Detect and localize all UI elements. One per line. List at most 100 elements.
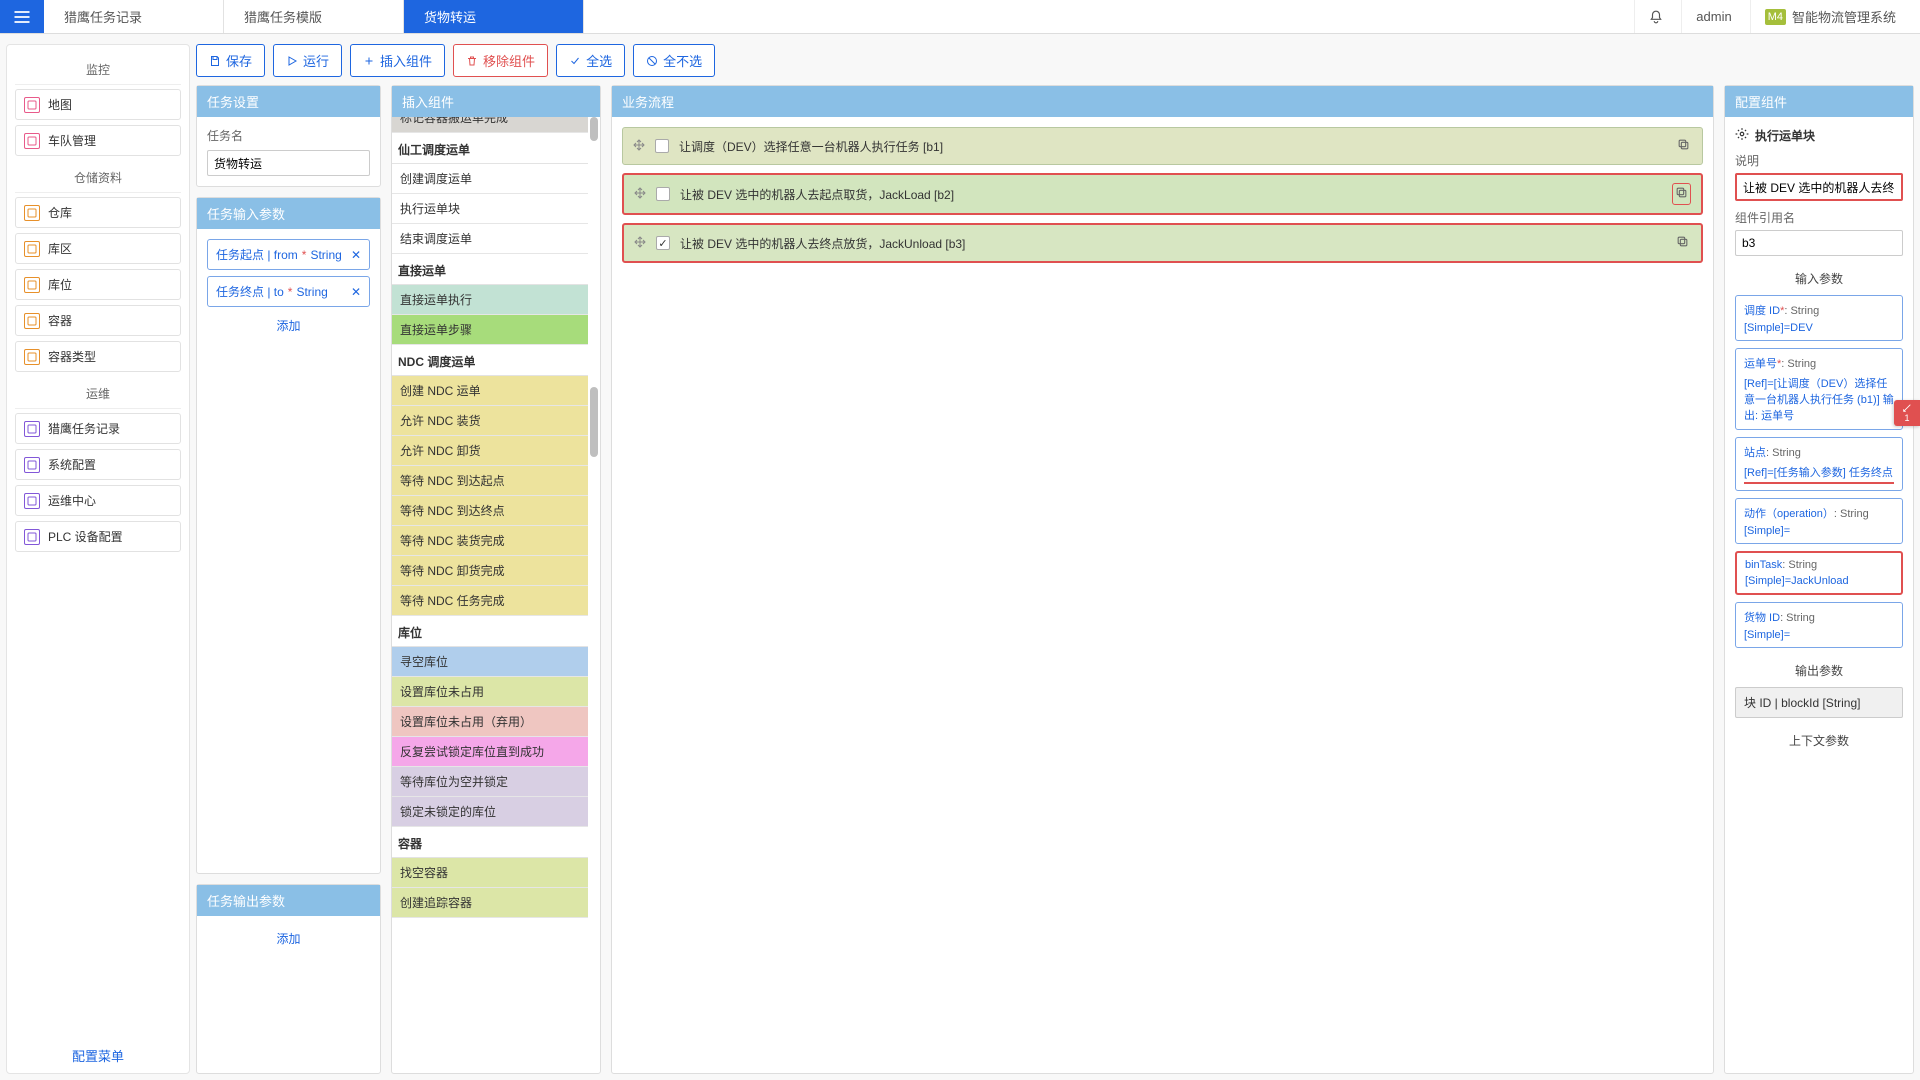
user-name[interactable]: admin xyxy=(1681,0,1745,33)
flow-checkbox[interactable] xyxy=(656,236,670,250)
brand-text: 智能物流管理系统 xyxy=(1792,7,1896,26)
plugin-item[interactable]: 创建调度运单 xyxy=(392,164,588,194)
hamburger-menu[interactable] xyxy=(0,0,44,33)
sidebar-item-label: 系统配置 xyxy=(48,456,96,473)
sidebar-item[interactable]: 猎鹰任务记录 xyxy=(15,413,181,444)
config-menu-link[interactable]: 配置菜单 xyxy=(15,1034,181,1065)
sidebar-item-label: 仓库 xyxy=(48,204,72,221)
task-inputs-header: 任务输入参数 xyxy=(197,198,380,229)
config-param[interactable]: 站点: String[Ref]=[任务输入参数] 任务终点 xyxy=(1735,437,1903,491)
sidebar-item[interactable]: 容器类型 xyxy=(15,341,181,372)
flow-step[interactable]: 让被 DEV 选中的机器人去起点取货，JackLoad [b2] xyxy=(622,173,1703,215)
box-icon xyxy=(24,133,40,149)
flow-step[interactable]: 让调度（DEV）选择任意一台机器人执行任务 [b1] xyxy=(622,127,1703,165)
box-icon xyxy=(24,529,40,545)
sidebar-item[interactable]: 容器 xyxy=(15,305,181,336)
drag-handle-icon[interactable] xyxy=(634,236,646,251)
sidebar-item[interactable]: PLC 设备配置 xyxy=(15,521,181,552)
sidebar-item[interactable]: 地图 xyxy=(15,89,181,120)
config-param[interactable]: 货物 ID: String[Simple]= xyxy=(1735,602,1903,648)
plugin-item[interactable]: 创建追踪容器 xyxy=(392,888,588,918)
sidebar-item[interactable]: 系统配置 xyxy=(15,449,181,480)
desc-input[interactable] xyxy=(1735,173,1903,201)
config-param[interactable]: 运单号*: String[Ref]=[让调度（DEV）选择任意一台机器人执行任务… xyxy=(1735,348,1903,430)
drag-handle-icon[interactable] xyxy=(634,187,646,202)
plugin-item[interactable]: 标记容器搬运单完成 xyxy=(392,117,588,133)
config-output-param: 块 ID | blockId [String] xyxy=(1735,687,1903,718)
plugin-scrollbar[interactable] xyxy=(590,117,598,1073)
plugin-item[interactable]: 设置库位未占用 xyxy=(392,677,588,707)
sidebar-item[interactable]: 车队管理 xyxy=(15,125,181,156)
task-input-param[interactable]: 任务终点 | to* String✕ xyxy=(207,276,370,307)
select-none-button[interactable]: 全不选 xyxy=(633,44,715,77)
save-button[interactable]: 保存 xyxy=(196,44,265,77)
sidebar-item-label: 猎鹰任务记录 xyxy=(48,420,120,437)
error-float-badge[interactable]: 1 xyxy=(1894,400,1920,426)
plugin-item[interactable]: 执行运单块 xyxy=(392,194,588,224)
sidebar-item[interactable]: 运维中心 xyxy=(15,485,181,516)
brand: M4 智能物流管理系统 xyxy=(1750,0,1910,33)
plugin-item[interactable]: 寻空库位 xyxy=(392,647,588,677)
tab-1[interactable]: 猎鹰任务模版 xyxy=(224,0,404,33)
plugin-item[interactable]: 锁定未锁定的库位 xyxy=(392,797,588,827)
plugin-item[interactable]: 等待 NDC 装货完成 xyxy=(392,526,588,556)
remove-component-button[interactable]: 移除组件 xyxy=(453,44,548,77)
sidebar-group-title: 运维 xyxy=(15,377,181,409)
sidebar-item-label: 容器类型 xyxy=(48,348,96,365)
plugin-category: NDC 调度运单 xyxy=(392,345,588,376)
flow-step[interactable]: 让被 DEV 选中的机器人去终点放货，JackUnload [b3] xyxy=(622,223,1703,263)
plugin-item[interactable]: 等待 NDC 到达起点 xyxy=(392,466,588,496)
select-all-button[interactable]: 全选 xyxy=(556,44,625,77)
sidebar-item[interactable]: 库位 xyxy=(15,269,181,300)
gear-icon xyxy=(1735,127,1749,144)
run-button[interactable]: 运行 xyxy=(273,44,342,77)
box-icon xyxy=(24,457,40,473)
plugins-header: 插入组件 xyxy=(392,86,600,117)
bell-icon[interactable] xyxy=(1634,0,1677,33)
copy-icon[interactable] xyxy=(1672,183,1691,205)
plugin-item[interactable]: 允许 NDC 卸货 xyxy=(392,436,588,466)
tab-2[interactable]: 货物转运 xyxy=(404,0,584,33)
flow-checkbox[interactable] xyxy=(655,139,669,153)
plugin-item[interactable]: 允许 NDC 装货 xyxy=(392,406,588,436)
flow-checkbox[interactable] xyxy=(656,187,670,201)
box-icon xyxy=(24,421,40,437)
config-param[interactable]: binTask: String[Simple]=JackUnload xyxy=(1735,551,1903,595)
config-param[interactable]: 调度 ID*: String[Simple]=DEV xyxy=(1735,295,1903,341)
scrollbar-thumb[interactable] xyxy=(590,387,598,457)
drag-handle-icon[interactable] xyxy=(633,139,645,154)
plugin-category: 仙工调度运单 xyxy=(392,133,588,164)
task-name-input[interactable] xyxy=(207,150,370,176)
box-icon xyxy=(24,493,40,509)
plugin-item[interactable]: 反复尝试锁定库位直到成功 xyxy=(392,737,588,767)
add-input-param[interactable]: 添加 xyxy=(207,313,370,338)
add-output-param[interactable]: 添加 xyxy=(207,926,370,951)
remove-param-icon[interactable]: ✕ xyxy=(351,285,361,299)
copy-icon[interactable] xyxy=(1675,136,1692,156)
sidebar-item-label: 运维中心 xyxy=(48,492,96,509)
sidebar-item[interactable]: 库区 xyxy=(15,233,181,264)
plugin-item[interactable]: 找空容器 xyxy=(392,858,588,888)
task-outputs-header: 任务输出参数 xyxy=(197,885,380,916)
config-param[interactable]: 动作（operation）: String[Simple]= xyxy=(1735,498,1903,544)
plugin-item[interactable]: 等待 NDC 卸货完成 xyxy=(392,556,588,586)
box-icon xyxy=(24,313,40,329)
tab-0[interactable]: 猎鹰任务记录 xyxy=(44,0,224,33)
remove-param-icon[interactable]: ✕ xyxy=(351,248,361,262)
plugin-item[interactable]: 结束调度运单 xyxy=(392,224,588,254)
plugin-item[interactable]: 直接运单执行 xyxy=(392,285,588,315)
box-icon xyxy=(24,97,40,113)
plugin-item[interactable]: 等待库位为空并锁定 xyxy=(392,767,588,797)
sidebar-item[interactable]: 仓库 xyxy=(15,197,181,228)
plugin-item[interactable]: 等待 NDC 到达终点 xyxy=(392,496,588,526)
plugin-item[interactable]: 设置库位未占用（弃用） xyxy=(392,707,588,737)
ref-input[interactable] xyxy=(1735,230,1903,256)
plugin-item[interactable]: 直接运单步骤 xyxy=(392,315,588,345)
insert-component-button[interactable]: 插入组件 xyxy=(350,44,445,77)
plugin-item[interactable]: 创建 NDC 运单 xyxy=(392,376,588,406)
task-input-param[interactable]: 任务起点 | from* String✕ xyxy=(207,239,370,270)
plugin-item[interactable]: 等待 NDC 任务完成 xyxy=(392,586,588,616)
scrollbar-thumb-top[interactable] xyxy=(590,117,598,141)
copy-icon[interactable] xyxy=(1674,233,1691,253)
plugin-category: 容器 xyxy=(392,827,588,858)
